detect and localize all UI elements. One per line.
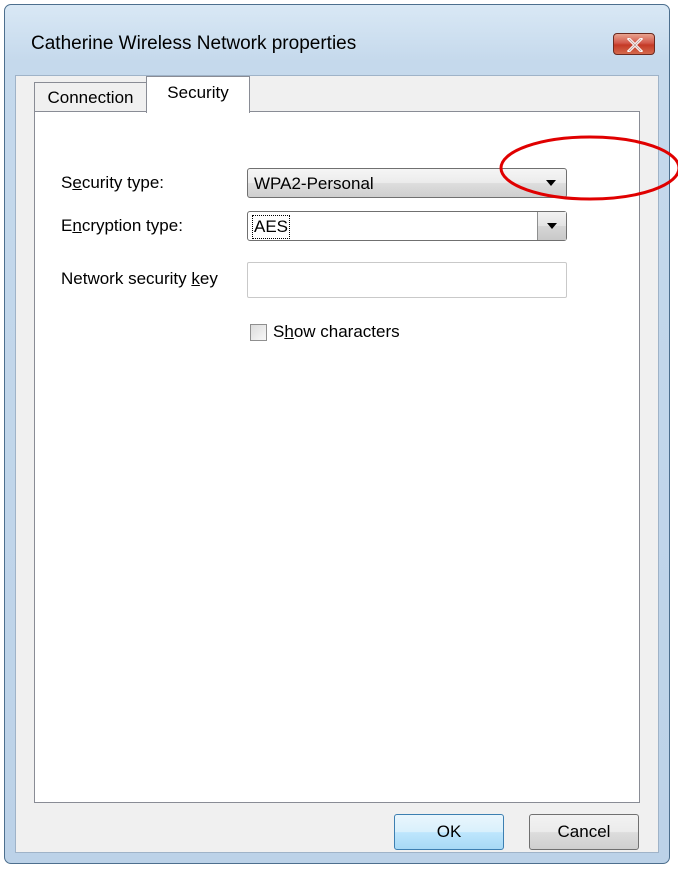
title-bar[interactable]: Catherine Wireless Network properties (5, 5, 669, 75)
encryption-type-label: Encryption type: (61, 216, 183, 235)
encryption-type-dropdown-button[interactable] (537, 212, 566, 240)
tab-security-label: Security (167, 83, 229, 102)
tab-connection-label: Connection (47, 88, 134, 107)
dialog-window: Catherine Wireless Network properties Co… (4, 4, 670, 864)
ok-button[interactable]: OK (394, 814, 504, 850)
close-button[interactable] (613, 33, 655, 55)
chevron-down-icon (547, 223, 557, 229)
encryption-type-value: AES (251, 215, 291, 239)
tab-security[interactable]: Security (146, 76, 250, 113)
dialog-client-area: Connection Security Security type: WPA2-… (15, 75, 659, 853)
tab-connection[interactable]: Connection (34, 82, 147, 112)
show-characters-checkbox[interactable] (250, 324, 267, 341)
security-type-value: WPA2-Personal (254, 174, 374, 193)
chevron-down-icon (546, 180, 556, 186)
close-icon (627, 38, 643, 52)
network-security-key-input[interactable] (247, 262, 567, 298)
network-security-key-label: Network security key (61, 269, 218, 288)
encryption-type-dropdown[interactable]: AES (247, 211, 567, 241)
cancel-button[interactable]: Cancel (529, 814, 639, 850)
security-type-label: Security type: (61, 173, 165, 192)
security-tab-panel: Security type: WPA2-Personal Encryption … (34, 111, 640, 803)
window-title: Catherine Wireless Network properties (31, 33, 357, 54)
security-type-dropdown[interactable]: WPA2-Personal (247, 168, 567, 198)
show-characters-label[interactable]: Show characters (273, 322, 400, 342)
